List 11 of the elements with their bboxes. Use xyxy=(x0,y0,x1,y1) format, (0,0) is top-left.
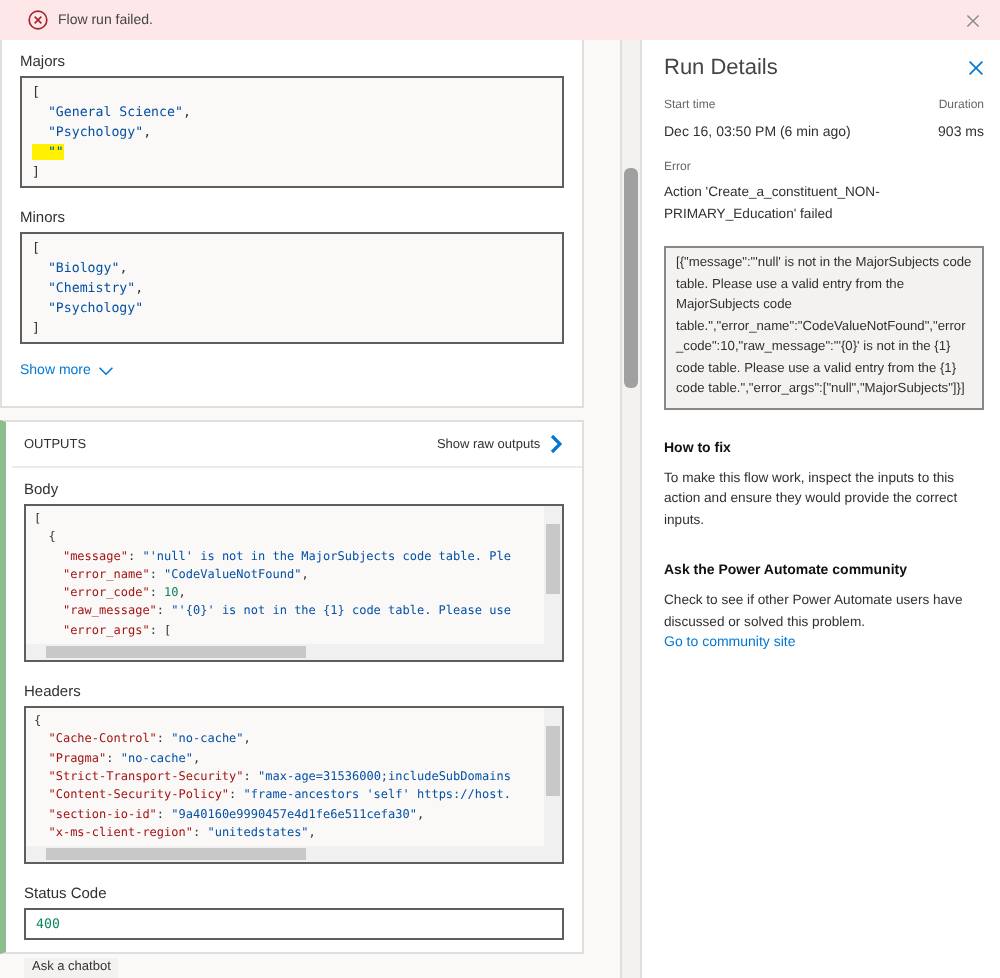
error-icon xyxy=(28,10,48,30)
close-icon[interactable] xyxy=(966,13,980,27)
close-icon[interactable] xyxy=(968,60,984,76)
chevron-right-icon xyxy=(550,434,563,454)
scrollbar[interactable] xyxy=(620,40,642,978)
scrollbar[interactable] xyxy=(544,506,563,645)
scrollbar[interactable] xyxy=(544,708,563,847)
panel-title: Run Details xyxy=(664,56,778,80)
chevron-down-icon xyxy=(98,366,115,376)
scrollbar[interactable] xyxy=(26,644,563,661)
scrollbar[interactable] xyxy=(26,846,563,863)
